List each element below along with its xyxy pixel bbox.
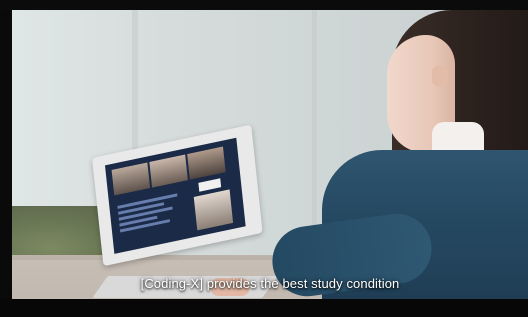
video-scene: [Coding-X] provides the best study condi… (12, 10, 528, 299)
video-call-tile (111, 162, 151, 196)
video-call-tile (193, 189, 234, 231)
code-text-block (117, 189, 189, 246)
video-frame: [Coding-X] provides the best study condi… (0, 0, 528, 317)
letterbox-top (0, 0, 528, 10)
ear (432, 65, 448, 87)
laptop-screen (104, 137, 246, 254)
letterbox-bottom (0, 299, 528, 317)
video-call-tile (187, 146, 226, 180)
laptop-lid (92, 124, 263, 267)
video-subtitle: [Coding-X] provides the best study condi… (140, 276, 400, 291)
video-call-tile (149, 154, 188, 188)
woman-at-laptop (210, 10, 528, 299)
screen-logo-badge (198, 178, 222, 192)
